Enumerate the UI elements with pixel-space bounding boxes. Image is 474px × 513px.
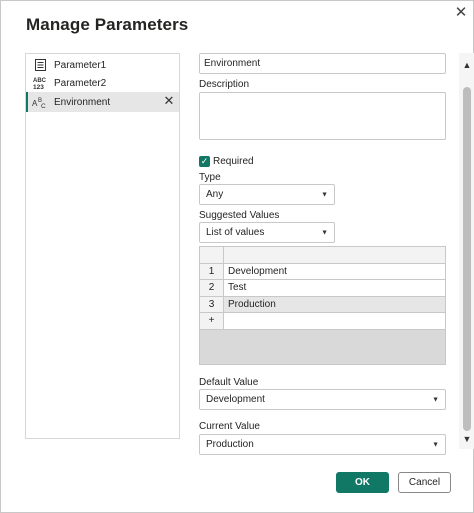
- new-row-value[interactable]: [224, 313, 445, 330]
- required-checkbox[interactable]: ✓: [199, 156, 210, 167]
- suggested-values-select-value: List of values: [206, 227, 265, 238]
- svg-text:C: C: [41, 103, 46, 109]
- parameter-name-input[interactable]: Environment: [199, 53, 446, 74]
- row-value[interactable]: Test: [224, 280, 445, 297]
- suggested-values-label: Suggested Values: [199, 210, 280, 221]
- manage-parameters-dialog: Manage Parameters ✕ Parameter1 ABC 123 Pa…: [0, 0, 474, 513]
- grid-header-row: [200, 247, 445, 264]
- chevron-down-icon: ▼: [321, 191, 328, 198]
- scroll-thumb[interactable]: [463, 87, 471, 431]
- grid-header-cell: [224, 247, 445, 264]
- table-row[interactable]: 2 Test: [200, 280, 445, 297]
- add-row-icon[interactable]: +: [200, 313, 224, 330]
- grid-corner-cell: [200, 247, 224, 264]
- description-label: Description: [199, 79, 250, 90]
- parameter-item-label: Parameter1: [54, 59, 107, 71]
- default-value-select[interactable]: Development ▼: [199, 389, 446, 410]
- current-value-label: Current Value: [199, 421, 260, 432]
- parameter-item-label: Environment: [54, 96, 111, 108]
- row-number: 1: [200, 263, 224, 280]
- required-label: Required: [213, 156, 254, 167]
- default-value-label: Default Value: [199, 377, 259, 388]
- row-number: 2: [200, 280, 224, 297]
- parameter-item-parameter2[interactable]: ABC 123 Parameter2: [26, 74, 179, 92]
- type-label: Type: [199, 172, 221, 183]
- scroll-up-icon[interactable]: ▲: [459, 59, 474, 71]
- parameter-item-label: Parameter2: [54, 77, 107, 89]
- chevron-down-icon: ▼: [321, 229, 328, 236]
- description-textarea[interactable]: [199, 92, 446, 140]
- current-value-select[interactable]: Production ▼: [199, 434, 446, 455]
- current-value-select-value: Production: [206, 439, 254, 450]
- row-number: 3: [200, 296, 224, 313]
- table-row[interactable]: 1 Development: [200, 263, 445, 280]
- parameter-list: Parameter1 ABC 123 Parameter2 ABC Environ…: [25, 53, 180, 439]
- row-value[interactable]: Development: [224, 263, 445, 280]
- ok-button[interactable]: OK: [336, 472, 389, 493]
- row-value[interactable]: Production: [224, 296, 445, 313]
- parameter-item-environment[interactable]: ABC Environment ✕: [26, 92, 179, 112]
- type-select[interactable]: Any ▼: [199, 184, 335, 205]
- abc-icon: ABC: [32, 95, 48, 109]
- values-grid: 1 Development 2 Test 3 Production +: [199, 246, 446, 365]
- close-icon[interactable]: ✕: [447, 1, 474, 23]
- remove-parameter-icon[interactable]: ✕: [163, 93, 175, 108]
- scroll-down-icon[interactable]: ▼: [459, 433, 474, 445]
- list-icon: [32, 58, 48, 72]
- vertical-scrollbar[interactable]: ▲ ▼: [459, 53, 474, 449]
- chevron-down-icon: ▼: [432, 441, 439, 448]
- table-row[interactable]: 3 Production: [200, 296, 445, 313]
- new-row[interactable]: +: [200, 313, 445, 330]
- suggested-values-select[interactable]: List of values ▼: [199, 222, 335, 243]
- dialog-title: Manage Parameters: [26, 15, 189, 34]
- svg-text:123: 123: [33, 84, 44, 90]
- cancel-button[interactable]: Cancel: [398, 472, 451, 493]
- default-value-select-value: Development: [206, 394, 265, 405]
- chevron-down-icon: ▼: [432, 396, 439, 403]
- type-select-value: Any: [206, 189, 224, 200]
- abc-123-icon: ABC 123: [32, 76, 48, 90]
- parameter-item-parameter1[interactable]: Parameter1: [26, 56, 179, 74]
